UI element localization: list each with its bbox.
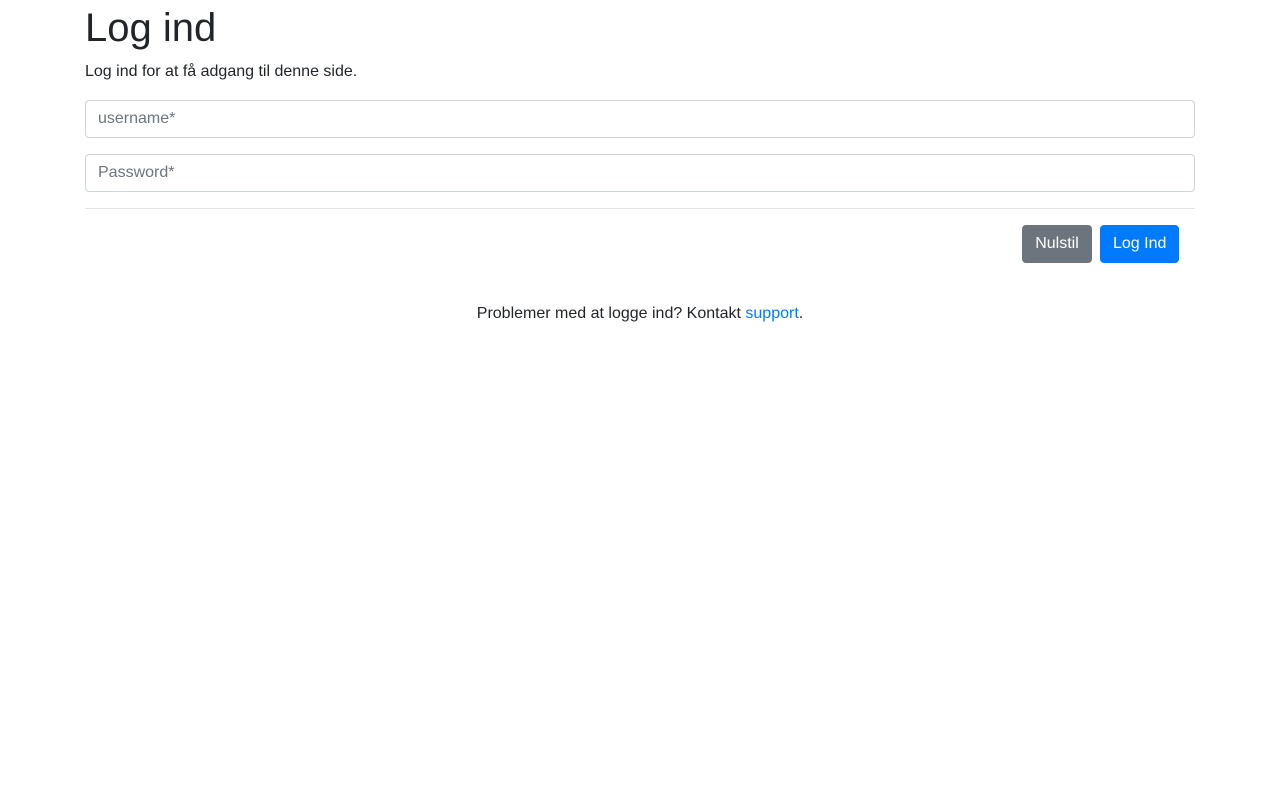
- password-input[interactable]: [85, 154, 1195, 192]
- help-text: Problemer med at logge ind? Kontakt: [476, 305, 746, 322]
- login-button[interactable]: Log Ind: [1100, 225, 1179, 263]
- reset-button[interactable]: Nulstil: [1022, 225, 1092, 263]
- login-help-text: Problemer med at logge ind? Kontakt supp…: [85, 304, 1195, 324]
- support-link[interactable]: support: [745, 305, 798, 322]
- help-suffix: .: [798, 305, 804, 322]
- page-title: Log ind: [85, 6, 217, 50]
- username-input[interactable]: [85, 100, 1195, 138]
- form-divider: [85, 208, 1195, 209]
- page-subtitle: Log ind for at få adgang til denne side.: [85, 63, 358, 80]
